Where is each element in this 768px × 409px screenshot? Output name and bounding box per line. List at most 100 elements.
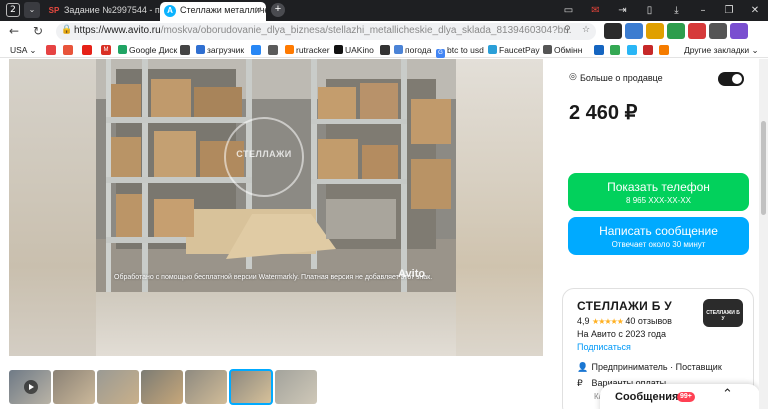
phone-number: 8 965 XXX-XX-XX (626, 196, 691, 205)
youtube-icon[interactable] (82, 45, 92, 55)
extension-icon[interactable] (625, 23, 643, 39)
tab-favicon: A (164, 5, 176, 17)
vk-icon[interactable] (251, 45, 261, 55)
bookmark-label: UAKino (345, 45, 374, 55)
bookmark-favicon-icon[interactable] (63, 45, 73, 55)
url-field[interactable]: 🔒 https://www.avito.ru/moskva/oborudovan… (56, 23, 596, 40)
more-about-seller-toggle[interactable] (718, 72, 744, 86)
response-time: Отвечает около 30 минут (611, 240, 706, 249)
bookmarks-bar: USA ⌄ M Google Диск загрузчик rutracker … (0, 42, 768, 58)
bookmark-icon[interactable]: ▯ (636, 0, 663, 21)
main-photo[interactable]: СТЕЛЛАЖИ Обработано с помощью бесплатной… (96, 59, 456, 292)
bookmark-label: Обмінн (554, 45, 583, 55)
bookmark-label: погода (405, 45, 432, 55)
bookmark-label: FaucetPay (499, 45, 540, 55)
bookmark-usa[interactable]: USA ⌄ (10, 43, 37, 57)
reader-icon[interactable]: ⚲ (564, 25, 571, 35)
subscribe-link[interactable]: Подписаться (577, 342, 631, 352)
tab-count-badge[interactable]: 2 (6, 3, 20, 17)
tab-avito[interactable]: A Стеллажи металличес ✕ (160, 2, 266, 21)
messages-badge: 99+ (677, 392, 695, 402)
tab-close-icon[interactable]: ✕ (254, 2, 262, 19)
bookmark-loader[interactable]: загрузчик (196, 43, 244, 57)
maximize-icon[interactable]: ❐ (716, 0, 742, 21)
star-icon[interactable]: ☆ (582, 25, 590, 35)
messages-widget[interactable]: Сообщения 99+ ⌃ (600, 384, 760, 409)
tab-list-chevron-icon[interactable]: ⌄ (24, 2, 40, 18)
scrollbar-thumb[interactable] (761, 121, 766, 215)
bookmark-rutracker[interactable]: rutracker (285, 43, 330, 57)
thumbnail[interactable] (97, 370, 139, 404)
show-phone-button[interactable]: Показать телефон 8 965 XXX-XX-XX (568, 173, 749, 211)
thumbnail[interactable] (53, 370, 95, 404)
bookmark-btc[interactable]: Gbtc to usd (436, 43, 484, 58)
bookmark-favicon-icon[interactable] (594, 45, 604, 55)
avito-listing-page: СТЕЛЛАЖИ Обработано с помощью бесплатной… (0, 59, 768, 409)
watermark-note: Обработано с помощью бесплатной версии W… (114, 274, 433, 281)
thumbnail[interactable] (141, 370, 183, 404)
person-icon: 👤 (577, 363, 589, 373)
thumbnail-active[interactable] (229, 369, 273, 405)
url-text: https://www.avito.ru/moskva/oborudovanie… (74, 25, 572, 36)
weather-icon (394, 45, 403, 54)
extension-icon[interactable] (667, 23, 685, 39)
write-message-button[interactable]: Написать сообщение Отвечает около 30 мин… (568, 217, 749, 255)
reload-icon[interactable]: ↻ (30, 23, 46, 39)
thumbnail[interactable] (185, 370, 227, 404)
bookmark-uakino[interactable]: UAKino (334, 43, 374, 57)
show-phone-label: Показать телефон (607, 180, 710, 194)
address-bar-row: ← ↻ 🔒 https://www.avito.ru/moskva/oborud… (0, 21, 768, 42)
extension-icon[interactable] (709, 23, 727, 39)
tv-icon[interactable]: ▭ (555, 0, 582, 21)
bookmark-favicon-icon[interactable] (180, 45, 190, 55)
seller-name[interactable]: СТЕЛЛАЖИ Б У (577, 299, 672, 313)
window-controls: ▭ ✉ ⇥ ▯ ⤓ – ❐ ✕ (555, 0, 768, 21)
bookmark-favicon-icon[interactable] (380, 45, 390, 55)
chevron-up-icon[interactable]: ⌃ (722, 387, 733, 402)
tab-task[interactable]: SP Задание №2997544 - про (44, 2, 166, 21)
back-icon[interactable]: ← (6, 23, 22, 39)
more-about-seller-row: ◎ Больше о продавце (569, 71, 745, 87)
bookmark-label: btc to usd (447, 45, 484, 55)
info-icon: ◎ (569, 72, 577, 82)
new-tab-button[interactable]: + (271, 3, 285, 17)
seller-rating[interactable]: 4,9 ★★★★★ 40 отзывов (577, 316, 672, 326)
extension-icon[interactable] (604, 23, 622, 39)
minimize-icon[interactable]: – (690, 0, 716, 21)
bookmark-faucetpay[interactable]: FaucetPay (488, 43, 540, 57)
bookmark-favicon-icon[interactable] (643, 45, 653, 55)
maps-icon[interactable] (610, 45, 620, 55)
bookmark-exchange[interactable]: Обмінн (543, 43, 582, 57)
thumbnail-video[interactable] (9, 370, 51, 404)
bookmark-label: загрузчик (207, 45, 245, 55)
other-bookmarks[interactable]: Другие закладки ⌄ (684, 43, 759, 57)
tab-favicon: SP (48, 6, 60, 15)
mail-icon[interactable]: ✉ (582, 0, 609, 21)
seller-avatar-text: СТЕЛЛАЖИ Б У (706, 310, 740, 322)
seller-avatar[interactable]: СТЕЛЛАЖИ Б У (703, 299, 743, 327)
extension-icon[interactable] (688, 23, 706, 39)
bookmark-google-drive[interactable]: Google Диск (118, 43, 177, 57)
seller-since: На Авито с 2023 года (577, 329, 667, 339)
exchange-icon (543, 45, 552, 54)
page-scrollbar[interactable] (759, 59, 768, 409)
seller-type: Предприниматель · Поставщик (591, 362, 722, 372)
extension-icon[interactable] (730, 23, 748, 39)
seller-type-row: 👤 Предприниматель · Поставщик (577, 362, 722, 373)
extension-icon[interactable] (646, 23, 664, 39)
bookmark-favicon-icon[interactable] (659, 45, 669, 55)
bookmark-weather[interactable]: погода (394, 43, 431, 57)
thumbnail[interactable] (275, 370, 317, 404)
extensions-row (604, 23, 751, 39)
bookmark-favicon-icon[interactable] (268, 45, 278, 55)
download-icon[interactable]: ⤓ (663, 0, 690, 21)
gmail-icon[interactable]: M (101, 45, 111, 55)
photo-blur-left (9, 59, 97, 356)
bookmark-favicon-icon[interactable] (627, 45, 637, 55)
lock-icon: 🔒 (61, 25, 73, 35)
close-window-icon[interactable]: ✕ (742, 0, 768, 21)
exit-icon[interactable]: ⇥ (609, 0, 636, 21)
photo-gallery[interactable]: СТЕЛЛАЖИ Обработано с помощью бесплатной… (9, 59, 543, 356)
bookmark-favicon-icon[interactable] (46, 45, 56, 55)
google-icon: G (436, 49, 445, 58)
